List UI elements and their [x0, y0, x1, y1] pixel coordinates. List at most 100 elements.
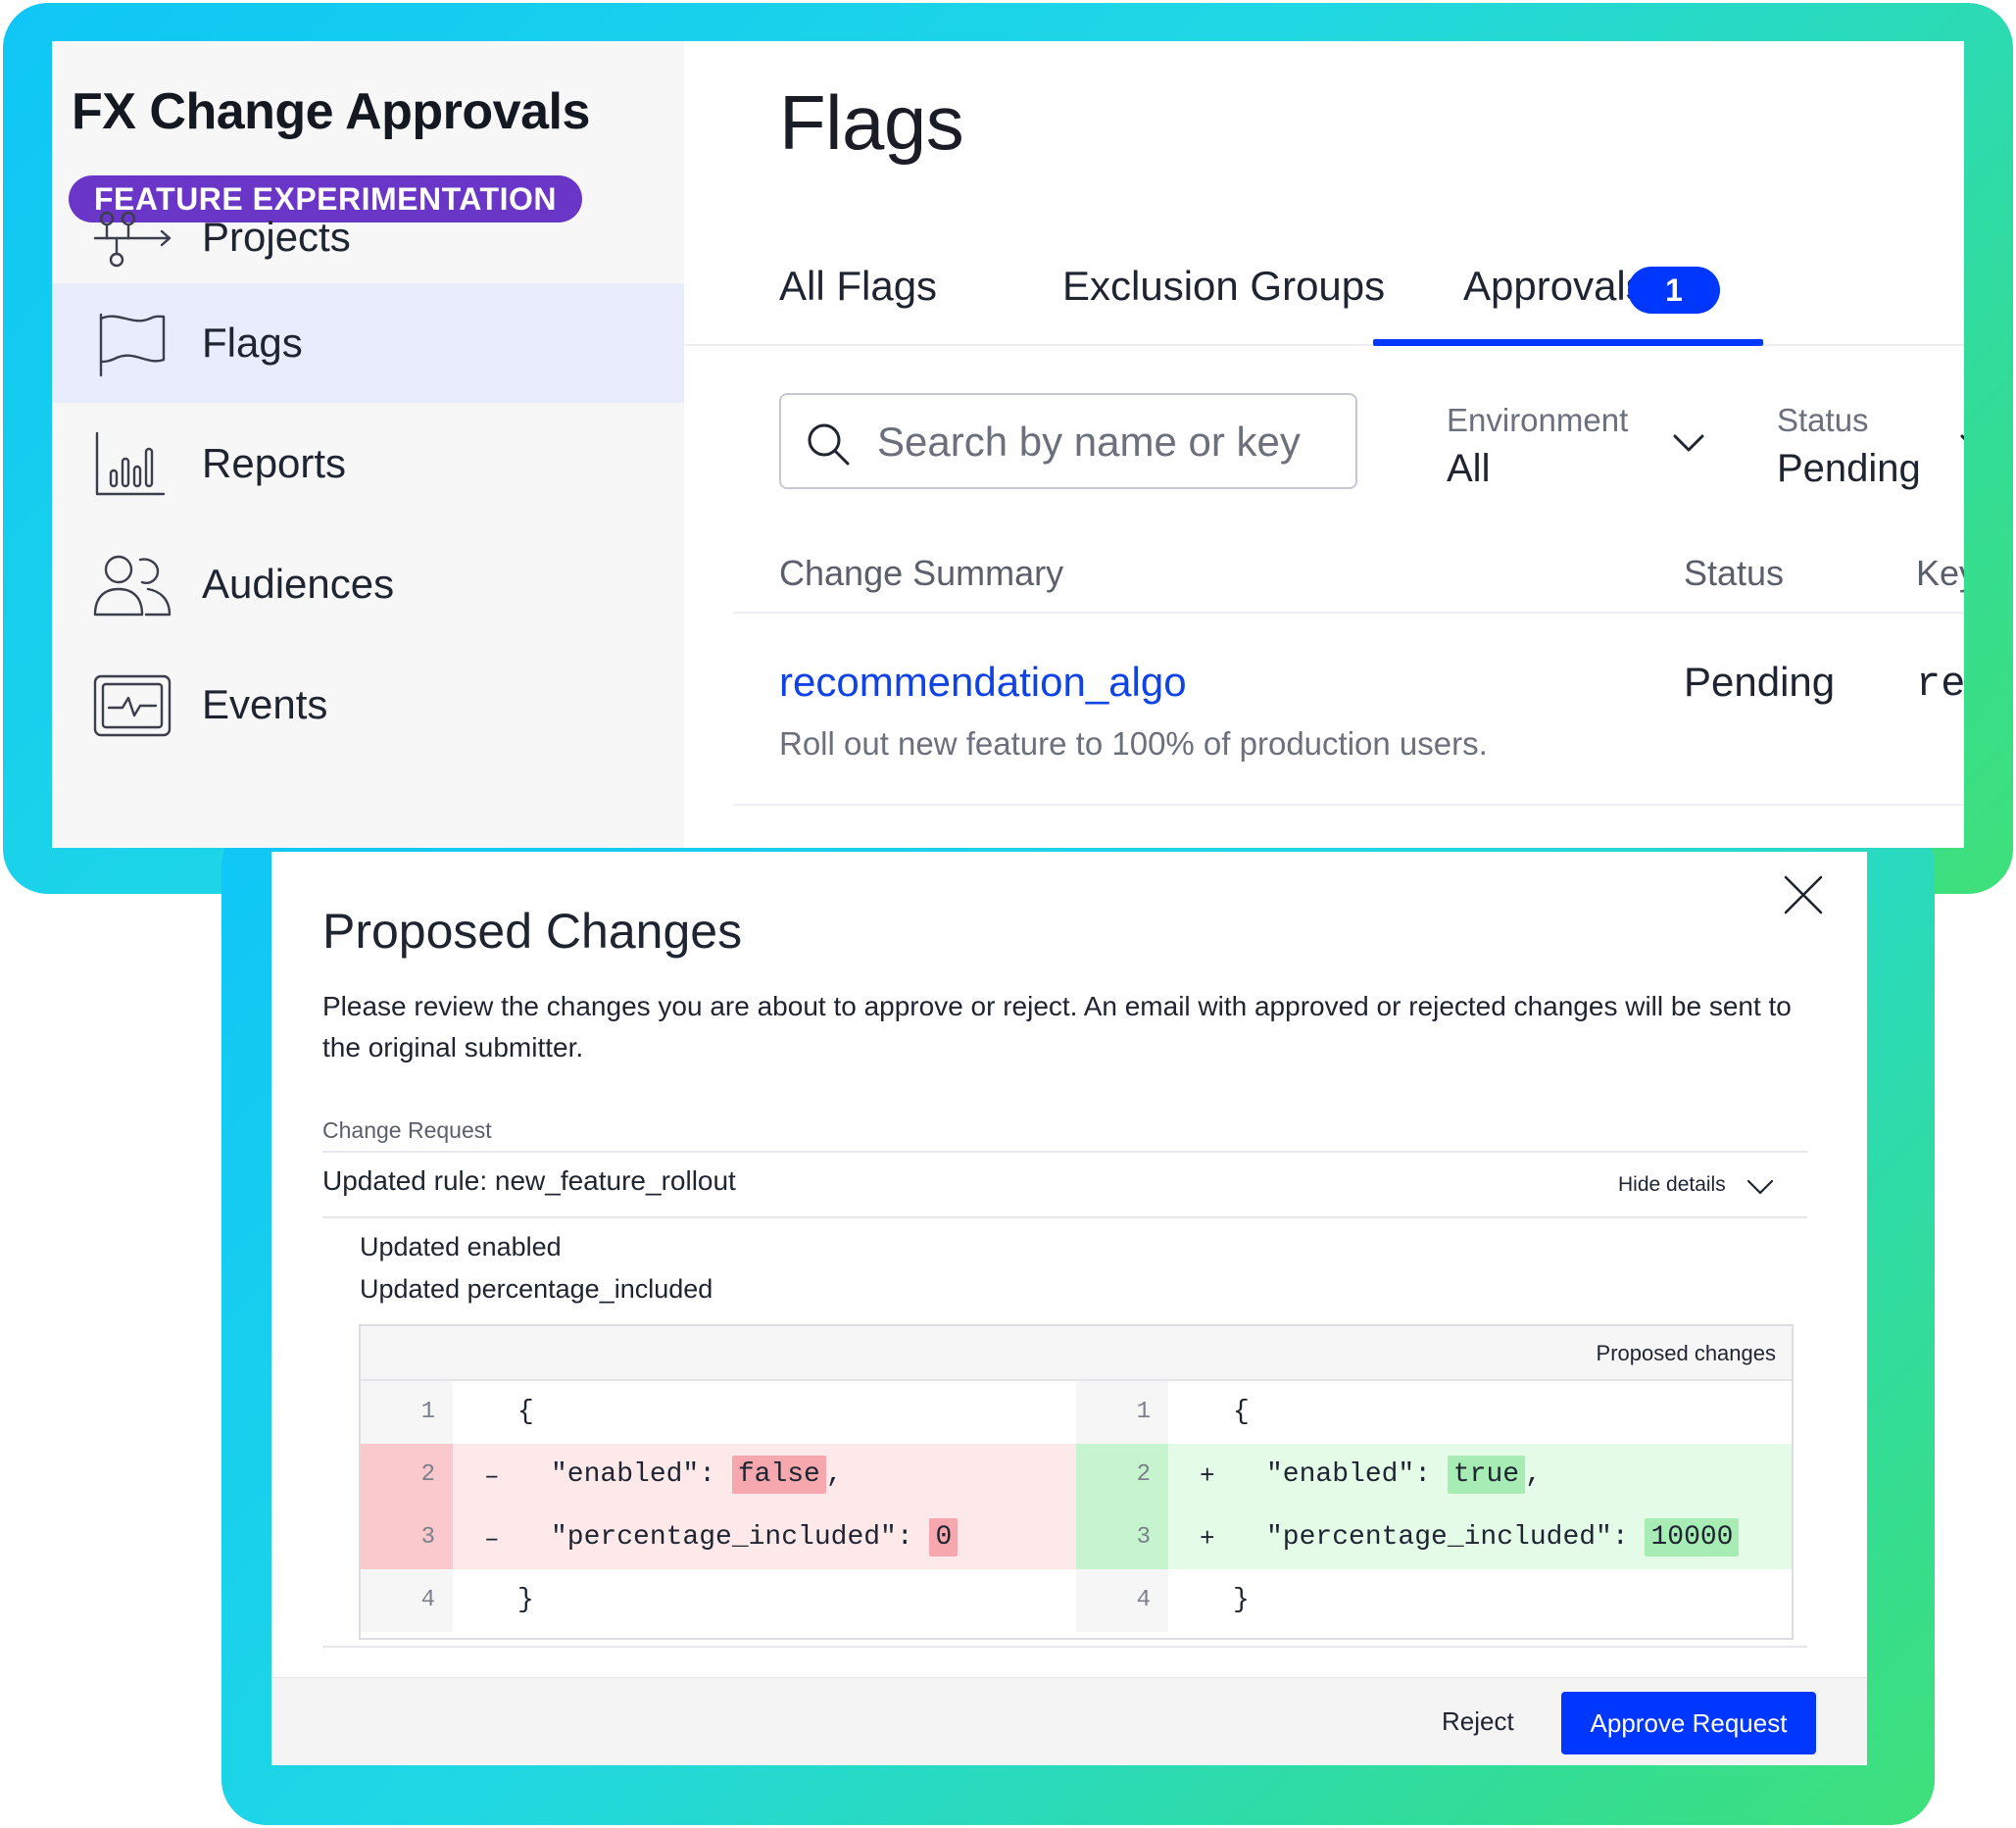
flag-icon	[89, 309, 175, 379]
environment-filter-label: Environment	[1447, 402, 1629, 438]
tab-exclusion-groups[interactable]: Exclusion Groups	[1062, 263, 1385, 310]
line-gutter: 2	[1076, 1444, 1168, 1507]
diff-line-left: 4 }	[361, 1569, 1076, 1632]
code-text: }	[1233, 1585, 1250, 1615]
modal-title: Proposed Changes	[322, 904, 743, 959]
reports-icon	[89, 429, 175, 500]
table-header-divider	[733, 612, 1964, 614]
events-icon	[89, 670, 175, 741]
code-key: "enabled":	[1266, 1459, 1448, 1490]
status-filter-value: Pending	[1777, 447, 1921, 490]
added-marker: +	[1200, 1524, 1215, 1554]
hide-details-toggle[interactable]: Hide details	[1618, 1173, 1726, 1197]
flag-description: Roll out new feature to 100% of producti…	[779, 725, 1488, 762]
diff-line-removed: 3 – "percentage_included": 0	[361, 1507, 1076, 1569]
line-number: 1	[420, 1399, 435, 1425]
line-gutter: 4	[361, 1569, 453, 1632]
diff-header-label: Proposed changes	[1596, 1341, 1776, 1365]
diff-line-left: 1 {	[361, 1381, 1076, 1444]
tab-approvals[interactable]: Approvals	[1463, 263, 1647, 310]
flag-name-link[interactable]: recommendation_algo	[779, 659, 1187, 706]
main-content: Flags All Flags Exclusion Groups Approva…	[684, 41, 1964, 848]
line-gutter: 4	[1076, 1569, 1168, 1632]
code-punct: ,	[1525, 1459, 1542, 1490]
line-gutter: 3	[1076, 1507, 1168, 1569]
environment-filter-value: All	[1447, 447, 1491, 490]
code-key: "enabled":	[551, 1459, 732, 1490]
tab-all-flags[interactable]: All Flags	[779, 263, 937, 310]
sidebar-item-label: Events	[202, 681, 328, 727]
sidebar-item-label: Audiences	[202, 561, 395, 607]
sidebar-item-audiences[interactable]: Audiences	[52, 524, 684, 644]
line-number: 3	[420, 1524, 435, 1551]
diff-line-removed: 2 – "enabled": false,	[361, 1444, 1076, 1507]
chevron-down-icon[interactable]	[1745, 1171, 1776, 1203]
diff-line-right: 1 {	[1076, 1381, 1792, 1444]
line-number: 3	[1136, 1524, 1151, 1551]
code-text: {	[517, 1397, 534, 1427]
removed-value: 0	[929, 1518, 959, 1556]
search-icon	[808, 423, 850, 466]
column-header-change-summary[interactable]: Change Summary	[779, 553, 1063, 594]
diff-line-added: 3 + "percentage_included": 10000	[1076, 1507, 1792, 1569]
column-header-key[interactable]: Key	[1916, 553, 1964, 594]
sidebar-item-label: Projects	[202, 214, 351, 260]
sidebar-item-events[interactable]: Events	[52, 645, 684, 765]
table-row-divider	[733, 804, 1964, 806]
code-key: "percentage_included":	[1266, 1522, 1646, 1553]
approve-request-button[interactable]: Approve Request	[1561, 1692, 1816, 1754]
change-request-title: Updated rule: new_feature_rollout	[322, 1165, 736, 1196]
code-punct: ,	[825, 1459, 843, 1490]
status-filter-label: Status	[1777, 402, 1869, 438]
line-gutter: 3	[361, 1507, 453, 1569]
code-text: {	[1233, 1397, 1250, 1427]
divider	[322, 1646, 1807, 1648]
divider	[322, 1216, 1807, 1218]
line-number: 2	[420, 1461, 435, 1488]
line-number: 2	[1136, 1461, 1151, 1488]
page-title: Flags	[779, 79, 964, 166]
sidebar-item-label: Flags	[202, 320, 303, 366]
sidebar-item-projects[interactable]: Projects	[52, 177, 684, 297]
modal-description: Please review the changes you are about …	[322, 991, 1792, 1062]
reject-button[interactable]: Reject	[1430, 1700, 1526, 1743]
line-gutter: 1	[361, 1381, 453, 1444]
row-key: reco	[1916, 661, 1964, 708]
search-input[interactable]	[875, 413, 1340, 471]
removed-marker: –	[484, 1461, 500, 1491]
modal-footer: Reject Approve Request	[271, 1677, 1867, 1765]
column-header-status[interactable]: Status	[1684, 553, 1784, 594]
close-icon[interactable]	[1780, 871, 1827, 918]
sidebar-item-flags[interactable]: Flags	[52, 283, 684, 403]
projects-icon	[89, 203, 175, 273]
diff-line-right: 4 }	[1076, 1569, 1792, 1632]
added-value: 10000	[1645, 1518, 1740, 1556]
code-key: "percentage_included":	[551, 1522, 930, 1553]
line-number: 4	[1136, 1587, 1151, 1613]
line-gutter: 2	[361, 1444, 453, 1507]
search-box[interactable]	[779, 393, 1357, 489]
line-number: 1	[1136, 1399, 1151, 1425]
sidebar: FX Change Approvals FEATURE EXPERIMENTAT…	[52, 41, 685, 848]
diff-header: Proposed changes	[361, 1326, 1792, 1381]
change-request-label: Change Request	[322, 1117, 492, 1143]
update-item: Updated enabled	[360, 1232, 562, 1261]
app-title: FX Change Approvals	[72, 83, 590, 140]
app-window: FX Change Approvals FEATURE EXPERIMENTAT…	[52, 41, 1964, 848]
chevron-down-icon	[1673, 434, 1704, 452]
diff-line-added: 2 + "enabled": true,	[1076, 1444, 1792, 1507]
chevron-down-icon	[1960, 434, 1964, 441]
approvals-count-badge: 1	[1628, 267, 1720, 314]
line-number: 4	[420, 1587, 435, 1613]
line-gutter: 1	[1076, 1381, 1168, 1444]
sidebar-item-label: Reports	[202, 440, 347, 486]
divider	[322, 1151, 1807, 1153]
removed-marker: –	[484, 1524, 500, 1554]
audiences-icon	[89, 550, 175, 620]
sidebar-item-reports[interactable]: Reports	[52, 404, 684, 523]
added-value: true	[1447, 1456, 1526, 1494]
update-item: Updated percentage_included	[360, 1274, 713, 1304]
removed-value: false	[731, 1456, 826, 1494]
added-marker: +	[1200, 1461, 1215, 1491]
tabs-divider	[684, 344, 1964, 346]
